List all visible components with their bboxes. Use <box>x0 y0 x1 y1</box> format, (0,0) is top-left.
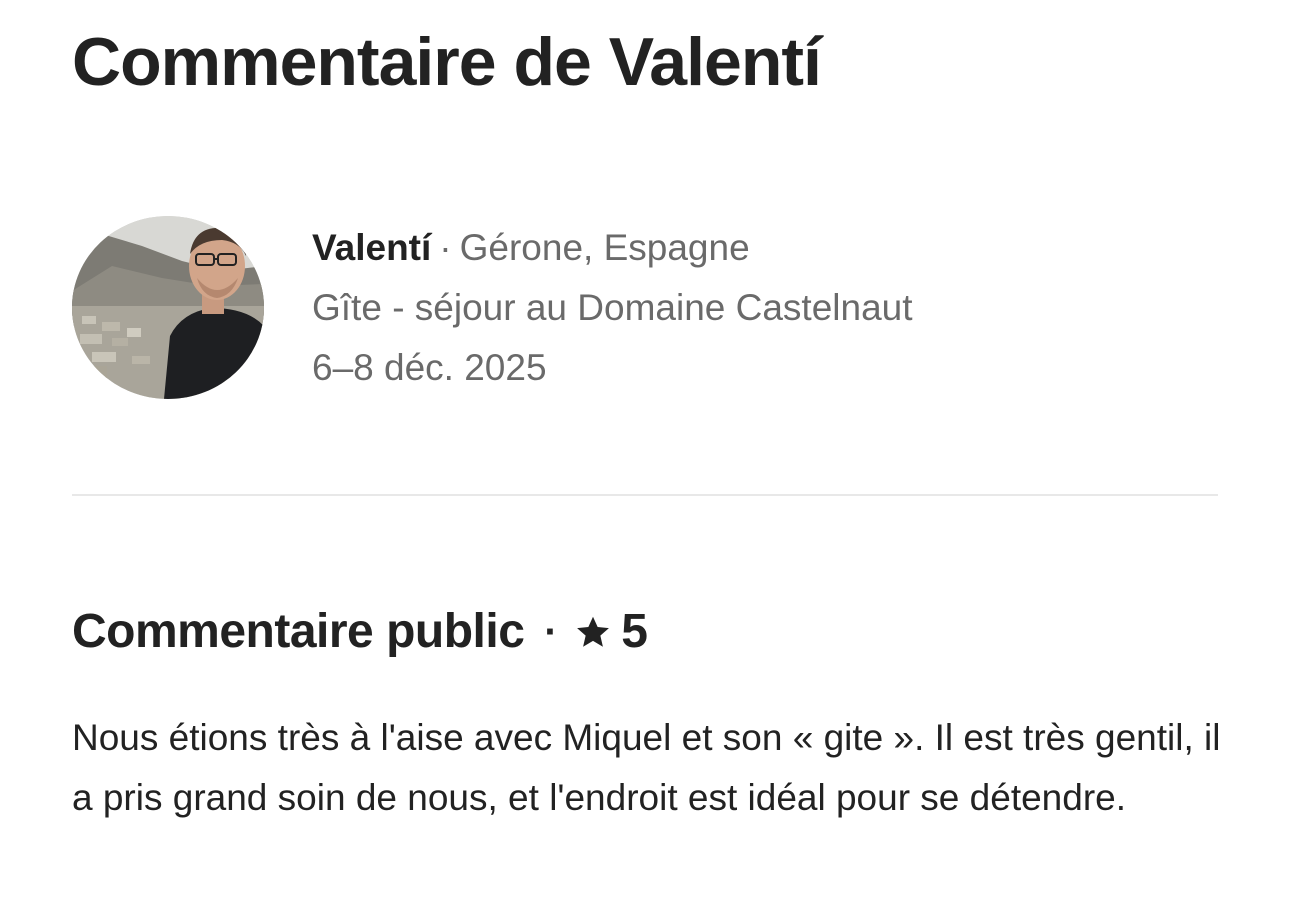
rating-value: 5 <box>621 605 648 658</box>
reviewer-name-line: Valentí · Gérone, Espagne <box>312 218 913 278</box>
divider <box>72 494 1218 496</box>
avatar[interactable] <box>72 216 264 399</box>
reviewer-name[interactable]: Valentí <box>312 227 431 268</box>
reviewer-info: Valentí · Gérone, Espagne Gîte - séjour au… <box>312 218 913 398</box>
public-review-title: Commentaire public <box>72 605 525 658</box>
public-review-heading: Commentaire public · 5 <box>72 602 648 662</box>
page-title: Commentaire de Valentí <box>72 24 822 100</box>
avatar-photo-icon <box>72 216 264 399</box>
separator-dot: · <box>439 227 452 268</box>
star-icon <box>575 614 611 650</box>
reviewer-location: Gérone, Espagne <box>459 227 750 268</box>
listing-name: Gîte - séjour au Domaine Castelnaut <box>312 287 913 328</box>
review-page: Commentaire de Valentí Valentí · Gérone,… <box>0 0 1290 899</box>
stay-dates: 6–8 déc. 2025 <box>312 347 547 388</box>
review-text: Nous étions très à l'aise avec Miquel et… <box>72 717 1221 818</box>
reviewer-card: Valentí · Gérone, Espagne Gîte - séjour au… <box>72 216 913 399</box>
separator-dot: · <box>544 610 558 654</box>
